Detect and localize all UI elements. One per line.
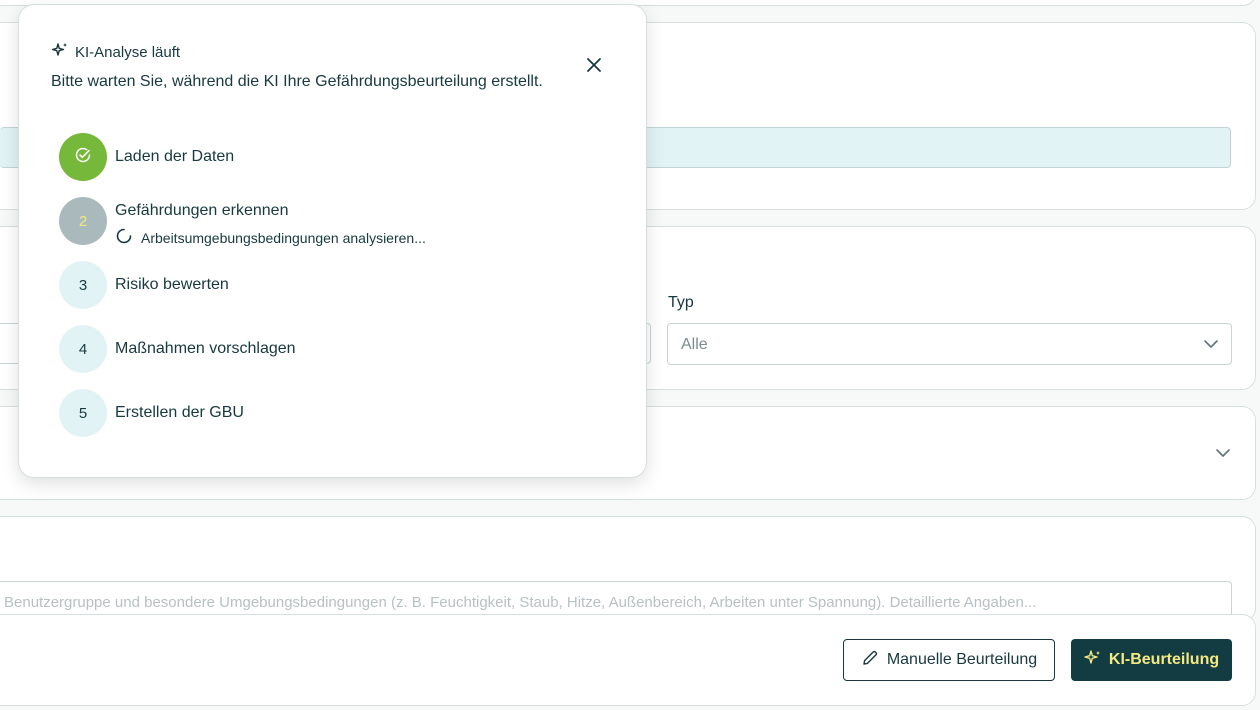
sparkle-icon: [51, 41, 69, 63]
manual-assessment-label: Manuelle Beurteilung: [886, 651, 1038, 668]
ki-analysis-dialog: KI-Analyse läuft Bitte warten Sie, währe…: [18, 4, 647, 478]
step-3-label: Risiko bewerten: [115, 276, 229, 293]
step-5-indicator: 5: [59, 389, 107, 437]
step-1-label: Laden der Daten: [115, 148, 235, 165]
step-2-substatus: Arbeitsumgebungsbedingungen analysieren.…: [115, 227, 426, 248]
description-placeholder: Benutzergruppe und besondere Umgebungsbe…: [4, 594, 1037, 611]
action-bar: [0, 614, 1256, 706]
step-5-label: Erstellen der GBU: [115, 404, 244, 421]
dialog-subtitle: Bitte warten Sie, während die KI Ihre Ge…: [51, 73, 543, 90]
typ-label: Typ: [668, 294, 694, 311]
step-1-indicator: [59, 133, 107, 181]
step-4-label: Maßnahmen vorschlagen: [115, 340, 296, 357]
sparkle-icon: [1084, 649, 1102, 672]
step-3-indicator: 3: [59, 261, 107, 309]
ki-assessment-button[interactable]: KI-Beurteilung: [1071, 639, 1232, 681]
typ-select-value: Alle: [681, 336, 708, 353]
step-2-label: Gefährdungen erkennen: [115, 202, 289, 219]
close-icon[interactable]: [585, 56, 603, 79]
chevron-down-icon[interactable]: [1214, 444, 1232, 467]
step-2-indicator: 2: [59, 197, 107, 245]
manual-assessment-button[interactable]: Manuelle Beurteilung: [843, 639, 1055, 681]
pencil-icon: [861, 649, 879, 672]
ki-assessment-label: KI-Beurteilung: [1108, 651, 1220, 668]
spinner-icon: [115, 227, 133, 248]
step-2-substatus-text: Arbeitsumgebungsbedingungen analysieren.…: [141, 229, 426, 246]
step-4-indicator: 4: [59, 325, 107, 373]
chevron-down-icon: [1203, 336, 1219, 357]
dialog-title: KI-Analyse läuft: [51, 41, 180, 63]
typ-select[interactable]: Alle: [667, 323, 1232, 365]
check-circle-icon: [74, 146, 92, 168]
dialog-title-text: KI-Analyse läuft: [75, 43, 181, 61]
